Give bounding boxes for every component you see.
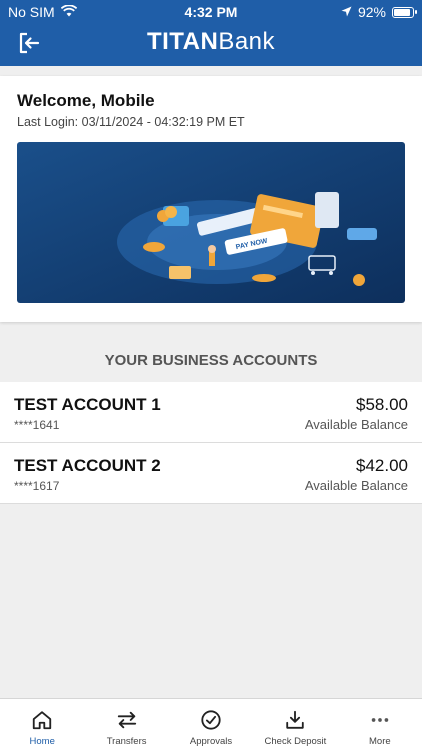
account-balance-label: Available Balance — [304, 478, 408, 493]
brand-logo: TITANBank — [0, 28, 422, 56]
account-name: TEST ACCOUNT 2 — [14, 456, 161, 475]
status-bar: No SIM 4:32 PM 92% — [0, 0, 422, 24]
tab-home[interactable]: Home — [0, 699, 84, 750]
account-row[interactable]: TEST ACCOUNT 2 ****1617 $42.00 Available… — [0, 443, 422, 504]
brand-light-text: Bank — [218, 28, 276, 55]
tab-label: Check Deposit — [264, 736, 327, 747]
location-arrow-icon — [341, 4, 352, 20]
account-balance-label: Available Balance — [304, 417, 408, 432]
brand-strong-text: TITAN — [146, 28, 219, 55]
last-login-text: Last Login: 03/11/2024 - 04:32:19 PM ET — [17, 115, 245, 129]
status-right: 92% — [341, 4, 417, 20]
tab-approvals[interactable]: Approvals — [169, 699, 253, 750]
battery-icon — [392, 6, 417, 18]
banner-illustration: PAY NOW — [17, 142, 405, 303]
account-number: ****1617 — [14, 479, 60, 493]
tab-label: Home — [29, 736, 55, 747]
account-balance: $58.00 — [356, 395, 408, 414]
tab-label: More — [369, 736, 391, 747]
check-circle-icon — [201, 710, 221, 730]
section-title: YOUR BUSINESS ACCOUNTS — [104, 352, 318, 369]
more-dots-icon — [371, 718, 389, 722]
tab-label: Approvals — [189, 736, 233, 747]
download-icon — [286, 710, 305, 729]
welcome-title: Welcome, Mobile — [17, 91, 155, 110]
account-balance: $42.00 — [356, 456, 408, 475]
transfer-arrows-icon — [117, 711, 136, 729]
accounts-list: TEST ACCOUNT 1 ****1641 $58.00 Available… — [0, 382, 422, 504]
tab-more[interactable]: More — [338, 699, 422, 750]
account-row[interactable]: TEST ACCOUNT 1 ****1641 $58.00 Available… — [0, 382, 422, 443]
account-name: TEST ACCOUNT 1 — [14, 395, 161, 414]
battery-percent: 92% — [357, 4, 386, 20]
account-number: ****1641 — [14, 418, 60, 432]
tab-check-deposit[interactable]: Check Deposit — [253, 699, 337, 750]
tab-label: Transfers — [106, 736, 147, 747]
app-header: No SIM 4:32 PM 92% TITANBank — [0, 0, 422, 66]
tab-transfers[interactable]: Transfers — [84, 699, 168, 750]
bottom-tab-bar: Home Transfers Approvals Check Deposit M… — [0, 698, 422, 750]
promo-banner: PAY NOW — [17, 142, 405, 303]
battery-fill — [394, 8, 410, 16]
welcome-card: Welcome, Mobile Last Login: 03/11/2024 -… — [0, 76, 422, 322]
home-icon — [33, 711, 52, 730]
